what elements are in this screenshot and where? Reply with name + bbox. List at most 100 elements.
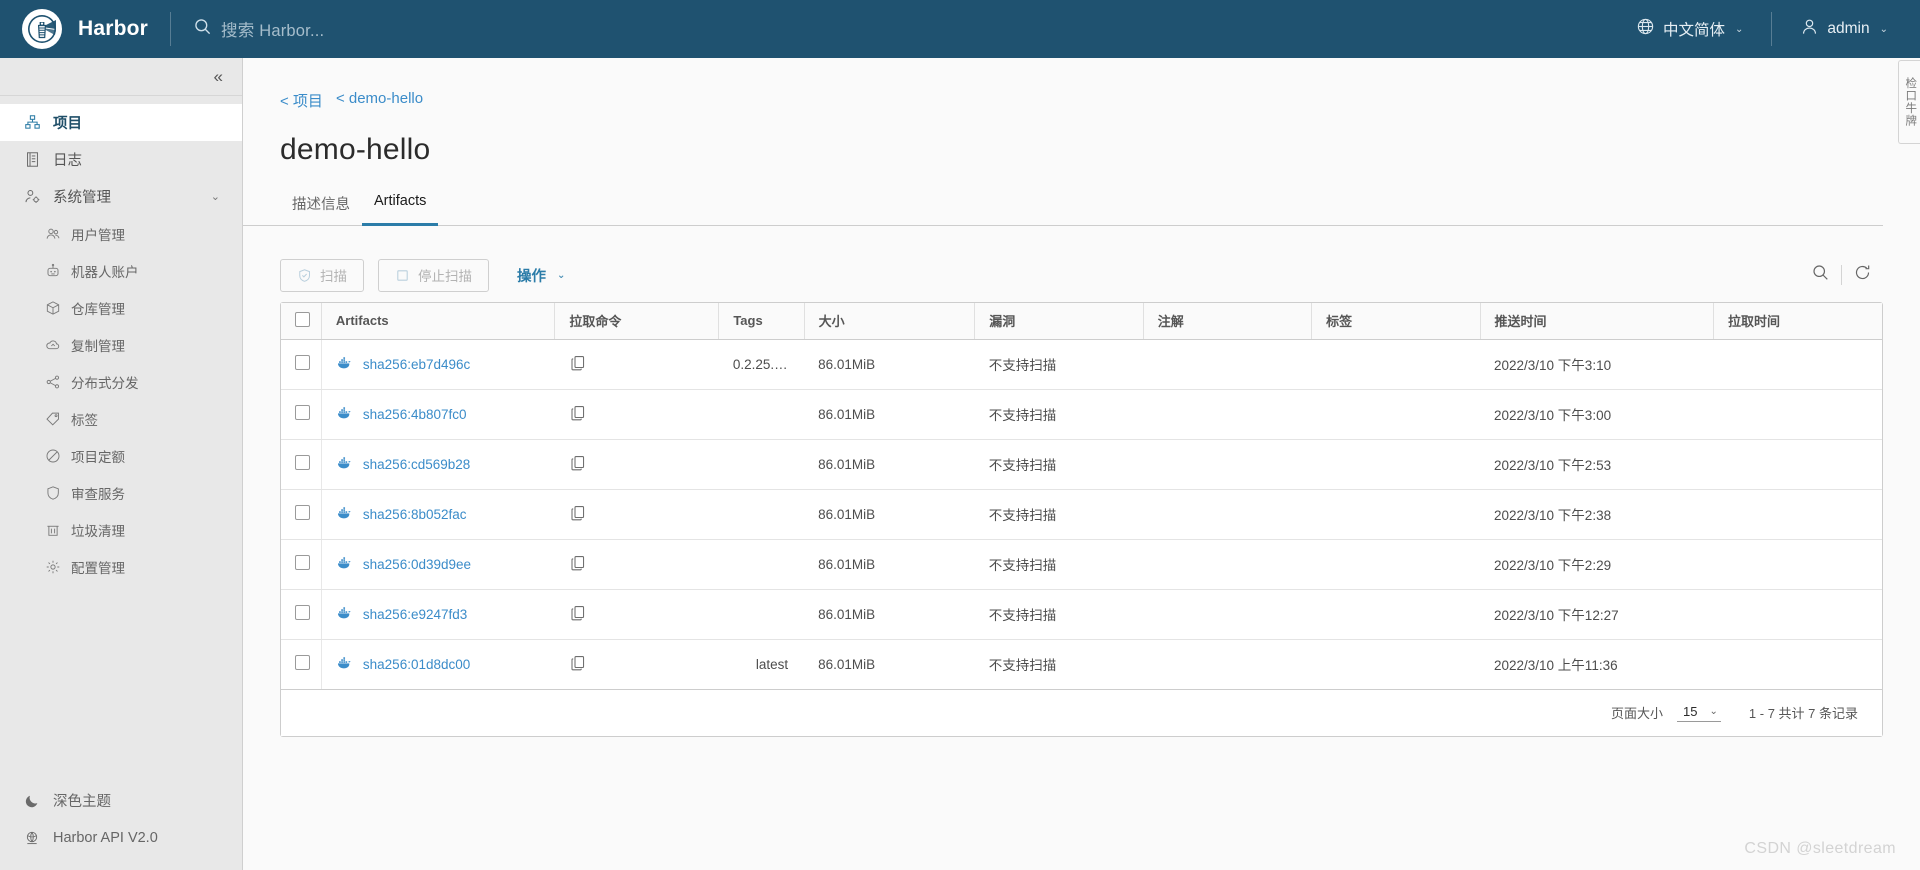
search-icon xyxy=(193,17,212,41)
th-pull-time[interactable]: 拉取时间 xyxy=(1713,303,1882,340)
row-checkbox[interactable] xyxy=(295,505,310,520)
brand[interactable]: Harbor xyxy=(0,0,148,58)
table-row[interactable]: sha256:01d8dc00 latest 86.01MiB 不支持扫描 2022/3… xyxy=(281,639,1882,690)
registry-icon xyxy=(44,300,62,316)
sidebar-item-dark-theme[interactable]: 深色主题 xyxy=(0,782,242,819)
breadcrumb-item-projects[interactable]: < 项目 xyxy=(280,90,323,111)
copy-icon[interactable] xyxy=(569,455,587,475)
sidebar-item-administration[interactable]: 系统管理 ⌄ xyxy=(0,178,242,215)
artifact-digest[interactable]: sha256:0d39d9ee xyxy=(363,557,471,572)
users-icon xyxy=(44,226,62,242)
right-panel-tab[interactable]: 检口牛牌 xyxy=(1898,60,1920,144)
copy-icon[interactable] xyxy=(569,405,587,425)
artifact-digest[interactable]: sha256:e9247fd3 xyxy=(363,607,467,622)
row-checkbox[interactable] xyxy=(295,355,310,370)
th-artifacts[interactable]: Artifacts xyxy=(320,303,555,340)
main-content: < 项目 < demo-hello demo-hello 描述信息 Artifa… xyxy=(243,58,1920,870)
artifact-digest[interactable]: sha256:8b052fac xyxy=(363,507,467,522)
th-pull-command[interactable]: 拉取命令 xyxy=(554,303,719,340)
cell-annotations xyxy=(1143,339,1312,390)
artifact-digest[interactable]: sha256:4b807fc0 xyxy=(363,407,467,422)
docker-whale-icon xyxy=(336,355,352,374)
language-selector[interactable]: 中文简体 ⌄ xyxy=(1630,0,1749,58)
cell-push-time: 2022/3/10 下午12:27 xyxy=(1480,589,1714,640)
sidebar-item-interrogation-services[interactable]: 审查服务 xyxy=(0,474,242,511)
sidebar-item-distribution[interactable]: 分布式分发 xyxy=(0,363,242,400)
th-labels[interactable]: 标签 xyxy=(1311,303,1480,340)
row-checkbox[interactable] xyxy=(295,655,310,670)
cell-pull-command xyxy=(554,589,719,640)
sidebar-item-registries[interactable]: 仓库管理 xyxy=(0,289,242,326)
cell-pull-time xyxy=(1713,639,1882,690)
table-head: Artifacts 拉取命令 Tags 大小 漏洞 注解 标签 推送时间 拉取时… xyxy=(281,303,1882,340)
th-vulnerabilities[interactable]: 漏洞 xyxy=(974,303,1144,340)
cell-annotations xyxy=(1143,639,1312,690)
cell-size: 86.01MiB xyxy=(804,439,975,490)
row-checkbox[interactable] xyxy=(295,555,310,570)
row-select-cell xyxy=(281,589,322,640)
copy-icon[interactable] xyxy=(569,655,587,675)
global-search[interactable]: 搜索 Harbor... xyxy=(193,0,324,58)
user-menu[interactable]: admin ⌄ xyxy=(1794,0,1894,58)
breadcrumb: < 项目 < demo-hello xyxy=(243,58,1920,111)
sidebar-collapse-button[interactable]: « xyxy=(0,58,242,96)
th-tags[interactable]: Tags xyxy=(718,303,805,340)
chevron-down-icon: ⌄ xyxy=(1735,23,1744,35)
copy-icon[interactable] xyxy=(569,505,587,525)
table-search-button[interactable] xyxy=(1800,263,1841,287)
sidebar-item-project-quotas[interactable]: 项目定额 xyxy=(0,437,242,474)
cell-labels xyxy=(1311,439,1480,490)
sidebar-item-harbor-api[interactable]: Harbor API V2.0 xyxy=(0,819,242,856)
table-row[interactable]: sha256:eb7d496c 0.2.25.e9 86.01MiB 不支持扫描 202… xyxy=(281,339,1882,390)
page-size-select[interactable]: 15 ⌄ xyxy=(1677,703,1721,722)
table-row[interactable]: sha256:cd569b28 86.01MiB 不支持扫描 2022/3/10 下午… xyxy=(281,439,1882,490)
sidebar-item-labels[interactable]: 标签 xyxy=(0,400,242,437)
moon-icon xyxy=(22,793,42,809)
select-all-checkbox[interactable] xyxy=(295,311,310,327)
sidebar-item-projects[interactable]: 项目 xyxy=(0,104,242,141)
copy-icon[interactable] xyxy=(569,355,587,375)
row-checkbox[interactable] xyxy=(295,605,310,620)
actions-dropdown[interactable]: 操作 ⌄ xyxy=(517,265,565,286)
sidebar-item-garbage-collection[interactable]: 垃圾清理 xyxy=(0,511,242,548)
row-checkbox[interactable] xyxy=(295,455,310,470)
cell-push-time: 2022/3/10 下午3:10 xyxy=(1480,339,1714,390)
th-annotations[interactable]: 注解 xyxy=(1142,303,1312,340)
cell-vulnerabilities: 不支持扫描 xyxy=(974,489,1144,540)
sidebar: « 项目 日志 系统管理 ⌄ 用户管理 机器人账户 仓库管理 复制管理 分布式分… xyxy=(0,58,243,870)
sidebar-nav: 项目 日志 系统管理 ⌄ 用户管理 机器人账户 仓库管理 复制管理 分布式分发 … xyxy=(0,96,242,585)
table-row[interactable]: sha256:e9247fd3 86.01MiB 不支持扫描 2022/3/10 下午… xyxy=(281,589,1882,640)
copy-icon[interactable] xyxy=(569,605,587,625)
table-row[interactable]: sha256:4b807fc0 86.01MiB 不支持扫描 2022/3/10 下午… xyxy=(281,389,1882,440)
sidebar-item-users[interactable]: 用户管理 xyxy=(0,215,242,252)
th-size[interactable]: 大小 xyxy=(803,303,975,340)
stop-scan-button[interactable]: 停止扫描 xyxy=(378,258,489,292)
copy-icon[interactable] xyxy=(569,555,587,575)
artifact-digest[interactable]: sha256:cd569b28 xyxy=(363,457,470,472)
row-checkbox[interactable] xyxy=(295,405,310,420)
row-select-cell xyxy=(281,539,322,590)
cell-labels xyxy=(1311,639,1480,690)
sidebar-item-logs[interactable]: 日志 xyxy=(0,141,242,178)
sidebar-item-replications[interactable]: 复制管理 xyxy=(0,326,242,363)
sidebar-item-robot-accounts[interactable]: 机器人账户 xyxy=(0,252,242,289)
tab-info[interactable]: 描述信息 xyxy=(280,187,362,226)
breadcrumb-item-repository[interactable]: < demo-hello xyxy=(336,90,423,111)
th-push-time[interactable]: 推送时间 xyxy=(1479,303,1714,340)
cell-pull-command xyxy=(554,489,719,540)
cell-annotations xyxy=(1143,389,1312,440)
robot-icon xyxy=(44,263,62,279)
artifact-digest[interactable]: sha256:01d8dc00 xyxy=(363,657,470,672)
artifact-digest[interactable]: sha256:eb7d496c xyxy=(363,357,470,372)
search-input[interactable]: 搜索 Harbor... xyxy=(221,17,324,41)
scan-button[interactable]: 扫描 xyxy=(280,258,364,292)
table-row[interactable]: sha256:0d39d9ee 86.01MiB 不支持扫描 2022/3/10 下午… xyxy=(281,539,1882,590)
row-select-cell xyxy=(281,439,322,490)
sidebar-item-configuration[interactable]: 配置管理 xyxy=(0,548,242,585)
cell-artifact: sha256:8b052fac xyxy=(320,489,555,540)
table-row[interactable]: sha256:8b052fac 86.01MiB 不支持扫描 2022/3/10 下午… xyxy=(281,489,1882,540)
table-refresh-button[interactable] xyxy=(1842,263,1883,287)
toolbar-right-actions xyxy=(1800,263,1883,287)
scan-button-label: 扫描 xyxy=(320,269,347,284)
tab-artifacts[interactable]: Artifacts xyxy=(362,187,439,226)
